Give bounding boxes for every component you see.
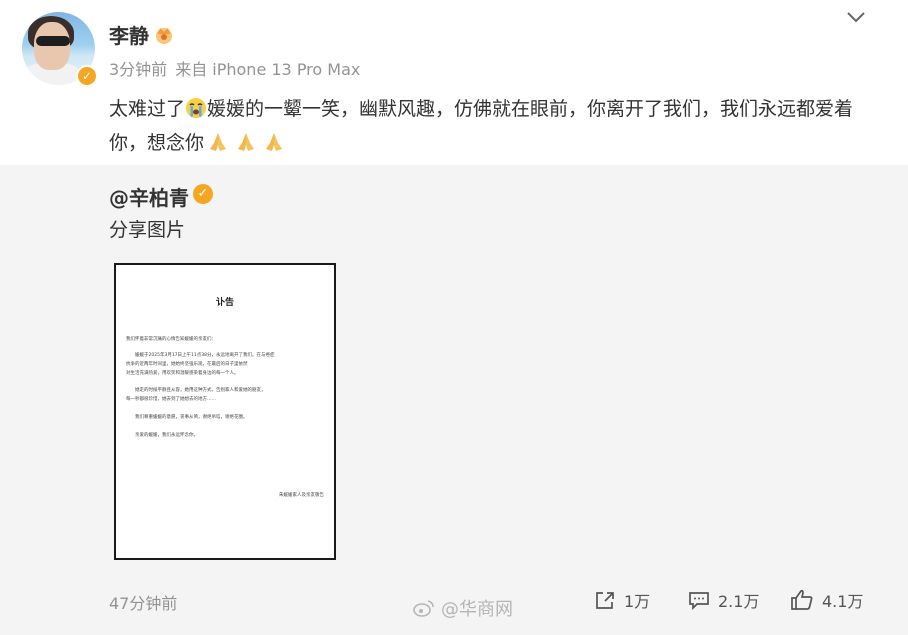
post-meta: 3分钟前 来自 iPhone 13 Pro Max [109, 56, 360, 80]
weibo-logo-icon [413, 600, 434, 617]
verified-icon: ✓ [76, 65, 98, 87]
like-button[interactable]: 4.1万 [790, 588, 863, 612]
post-time[interactable]: 3分钟前 [109, 60, 167, 79]
obituary-title: 讣告 [215, 298, 234, 308]
obituary-image[interactable]: 讣告 我们怀着非常沉痛的心情告知媛媛的亲友们： 媛媛于2025年3月17日上午1… [114, 263, 336, 560]
crying-emoji-icon [186, 98, 207, 118]
obituary-line: 抗争的近两年时间里，她始终坚强乐观，在最后的日子里依然 [126, 362, 248, 367]
pray-emoji-icon [266, 133, 283, 151]
comment-button[interactable]: 2.1万 [688, 588, 759, 612]
watermark-text: @华商网 [441, 599, 513, 620]
repost-button[interactable]: 1万 [594, 588, 650, 612]
crown-icon [156, 28, 172, 44]
weibo-post: ✓ 李静 3分钟前 来自 iPhone 13 Pro Max 太难过了 媛媛的一颦… [0, 0, 908, 165]
repost-time[interactable]: 47分钟前 [109, 590, 177, 614]
obituary-line: 每一秒都很珍惜，她去到了她想去的地方…… [126, 397, 216, 402]
repost-count: 1万 [624, 592, 651, 611]
post-text: 太难过了 媛媛的一颦一笑，幽默风趣，仿佛就在眼前，你离开了我们，我们永远都爱着你… [109, 92, 869, 160]
obituary-line: 媛媛于2025年3月17日上午11点38分，永远地离开了我们。在与癌症 [126, 353, 275, 358]
obituary-line: 我们怀着非常沉痛的心情告知媛媛的亲友们： [126, 337, 216, 342]
verified-icon: ✓ [193, 184, 213, 204]
obituary-line: 我们尊重媛媛的意愿，丧事从简，谢绝吊唁，谢绝花圈。 [126, 415, 248, 420]
comment-icon [689, 592, 709, 610]
thumbs-up-icon [791, 589, 813, 610]
obituary-line: 对生活充满热爱，用欢笑和温暖感染着身边的每一个人。 [126, 371, 239, 376]
chevron-down-icon[interactable] [845, 8, 867, 26]
repost-author[interactable]: @辛柏青 [109, 182, 189, 211]
watermark: @华商网 [413, 595, 513, 621]
author-name[interactable]: 李静 [109, 20, 149, 49]
pray-emoji-icon [210, 133, 227, 151]
share-icon [596, 592, 614, 609]
post-source: 来自 iPhone 13 Pro Max [175, 60, 361, 79]
repost-text: 分享图片 [109, 219, 186, 241]
obituary-signature: 朱媛媛家人及亲友敬告 [279, 493, 324, 498]
like-count: 4.1万 [822, 592, 864, 611]
repost-card[interactable]: @辛柏青 ✓ 分享图片 讣告 我们怀着非常沉痛的心情告知媛媛的亲友们： 媛媛于2… [0, 165, 908, 635]
comment-count: 2.1万 [718, 592, 760, 611]
pray-emoji-icon [238, 133, 255, 151]
obituary-line: 她走的时候平静且从容，她用这种方式，告别家人和爱她的朋友， [126, 388, 266, 393]
obituary-line: 亲爱的媛媛，我们永远怀念你。 [126, 433, 198, 438]
post-text-part-1: 太难过了 [109, 98, 186, 120]
